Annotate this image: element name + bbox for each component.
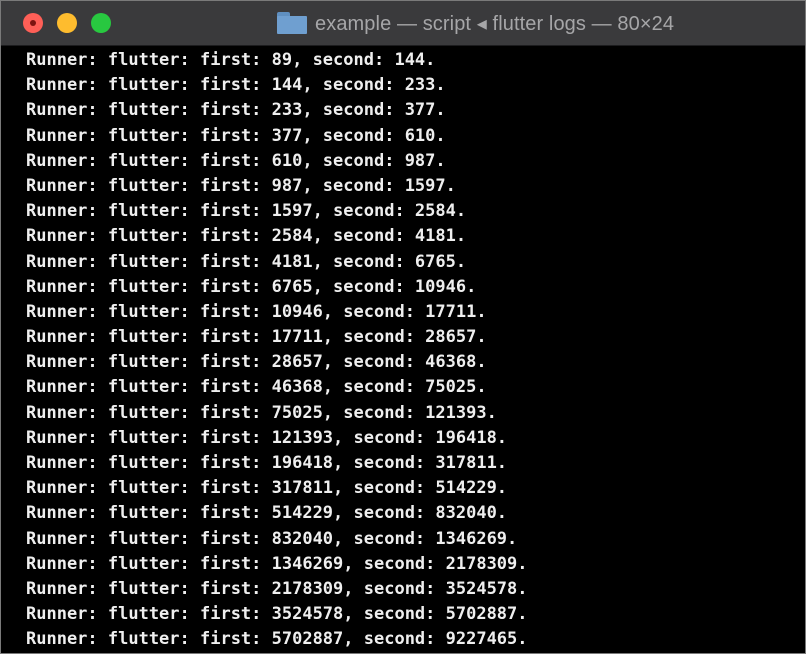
log-line: Runner: flutter: first: 196418, second: … [26,453,508,473]
log-line: Runner: flutter: first: 4181, second: 67… [26,251,467,272]
log-line: Runner: flutter: first: 6765, second: 10… [26,276,477,297]
log-line: Runner: flutter: first: 89, second: 144. [26,50,436,70]
folder-icon [277,12,307,34]
log-line: Runner: flutter: first: 28657, second: 4… [26,352,487,373]
log-line: Runner: flutter: first: 514229, second: … [26,503,508,524]
log-line: Runner: flutter: first: 1597, second: 25… [26,201,467,222]
window-title-group: example — script ◂ flutter logs — 80×24 [277,10,674,36]
log-line: Runner: flutter: first: 987, second: 159… [26,175,456,196]
log-line: Runner: flutter: first: 10946, second: 1… [26,301,487,322]
close-icon [30,20,36,26]
log-line: Runner: flutter: first: 317811, second: … [26,478,508,499]
log-line: Runner: flutter: first: 832040, second: … [26,528,518,549]
zoom-button[interactable] [91,13,111,33]
terminal-window: example — script ◂ flutter logs — 80×24 … [0,0,806,654]
log-line: Runner: flutter: first: 2178309, second:… [26,578,528,599]
window-title: example — script ◂ flutter logs — 80×24 [315,12,675,35]
close-button[interactable] [23,13,43,33]
log-line: Runner: flutter: first: 2584, second: 41… [26,226,467,247]
log-line: Runner: flutter: first: 121393, second: … [26,427,508,448]
log-line: Runner: flutter: first: 144, second: 233… [26,75,446,96]
log-line: Runner: flutter: first: 5702887, second:… [26,629,528,650]
log-line: Runner: flutter: first: 1346269, second:… [26,553,528,574]
log-line: Runner: flutter: first: 377, second: 610… [26,125,446,146]
log-line: Runner: flutter: first: 46368, second: 7… [26,377,487,398]
log-line: Runner: flutter: first: 610, second: 987… [26,150,446,171]
terminal-output[interactable]: Runner: flutter: first: 89, second: 144.… [1,46,805,653]
log-line: Runner: flutter: first: 75025, second: 1… [26,402,497,423]
log-line: Runner: flutter: first: 233, second: 377… [26,100,446,121]
log-line: Runner: flutter: first: 3524578, second:… [26,604,528,625]
minimize-button[interactable] [57,13,77,33]
title-bar[interactable]: example — script ◂ flutter logs — 80×24 [1,1,805,46]
log-line: Runner: flutter: first: 17711, second: 2… [26,327,487,348]
